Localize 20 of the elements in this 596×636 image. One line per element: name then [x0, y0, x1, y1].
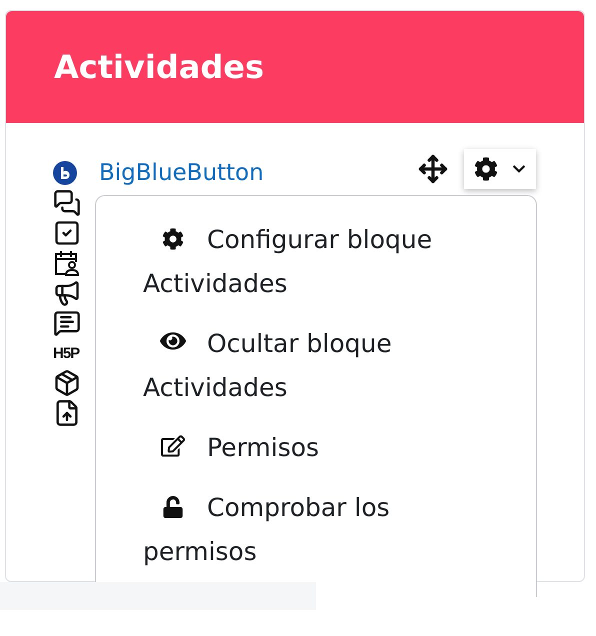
b-logo-icon	[53, 161, 77, 185]
message-icon	[53, 309, 81, 337]
h5p-logo: H5P	[53, 346, 80, 360]
move-icon[interactable]	[418, 154, 448, 184]
menu-item[interactable]: Permisos	[96, 426, 536, 470]
menu-item[interactable]: Ocultar bloque Actividades	[96, 322, 536, 410]
megaphone-icon	[53, 279, 81, 307]
unlock-icon	[162, 496, 184, 518]
settings-icon	[474, 157, 498, 181]
menu-item[interactable]: Configurar bloque Actividades	[96, 218, 536, 306]
calendar-person-icon	[53, 249, 81, 277]
chat-bubbles-icon	[53, 189, 81, 217]
settings-dropdown-button[interactable]	[464, 149, 536, 189]
box-icon	[53, 369, 81, 397]
edit-icon	[161, 434, 185, 458]
activity-link[interactable]: BigBlueButton	[99, 160, 264, 186]
settings-icon	[162, 228, 184, 250]
block-title: Actividades	[54, 48, 264, 86]
menu-item[interactable]: Comprobar los permisos	[96, 486, 536, 574]
checkbox-icon	[53, 219, 81, 247]
